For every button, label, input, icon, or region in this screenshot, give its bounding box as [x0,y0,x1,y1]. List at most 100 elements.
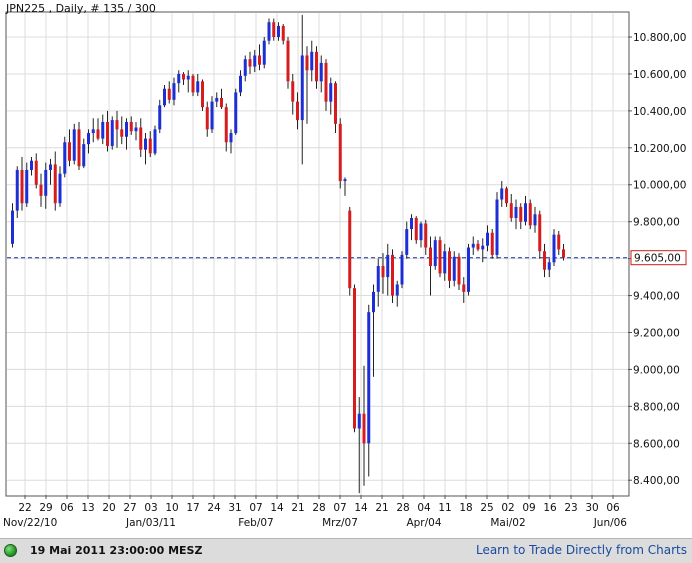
y-tick-label: 10.600,00 [633,69,686,81]
candle-up [91,129,95,134]
status-bar: 19 Mai 2011 23:00:00 MESZ Learn to Trade… [0,538,692,563]
y-tick-label: 10.000,00 [633,180,686,192]
x-tick-label: 25 [480,502,493,514]
candle-down [53,164,57,204]
candle-down [167,88,171,100]
x-month-label: Jun/06 [593,517,628,529]
x-tick-label: 03 [144,502,157,514]
x-tick-label: 06 [60,502,74,514]
candle-up [153,129,157,154]
candle-down [519,206,523,222]
candle-down [315,51,318,82]
candle-up [239,75,242,93]
x-month-label: Mai/02 [490,517,525,529]
candle-up [300,55,304,121]
y-tick-label: 9.200,00 [633,327,680,339]
candle-down [562,249,565,258]
x-tick-label: 29 [39,502,52,514]
candle-down [457,256,461,285]
candle-up [82,144,86,167]
candle-up [11,210,14,244]
candle-down [106,121,109,146]
candle-up [186,75,190,80]
candle-up [443,251,447,274]
x-tick-label: 09 [522,502,535,514]
candle-up [72,129,76,161]
candle-down [129,121,133,132]
y-tick-label: 9.000,00 [633,364,680,376]
chart-title: JPN225 , Daily, # 135 / 300 [5,2,156,15]
y-tick-label: 8.800,00 [633,401,680,413]
candle-down [34,160,38,185]
candle-up [243,59,247,76]
x-tick-label: 27 [123,502,136,514]
candle-down [182,73,185,80]
candle-down [68,142,71,161]
candle-down [201,81,204,108]
x-month-label: Apr/04 [406,517,441,529]
candle-up [44,169,48,196]
status-dot-icon [4,544,17,557]
candle-up [158,105,162,130]
current-price-tag: 9.605,00 [630,250,687,266]
candle-down [505,188,508,204]
candle-up [372,291,375,313]
x-tick-label: 14 [354,502,368,514]
x-month-label: Jan/03/11 [125,517,176,529]
x-tick-label: 28 [312,502,325,514]
y-tick-label: 10.800,00 [633,32,686,44]
candle-down [391,254,394,296]
candle-up [63,142,67,174]
candle-down [272,22,276,37]
candle-up [405,229,409,255]
candle-down [77,129,81,167]
candle-down [205,107,209,130]
x-tick-label: 18 [459,502,472,514]
candle-down [296,101,299,121]
candle-down [115,120,119,130]
x-month-label: Feb/07 [238,517,274,529]
y-tick-label: 10.400,00 [633,106,686,118]
candle-up [524,203,527,222]
candle-down [220,97,223,108]
x-tick-label: 10 [165,502,178,514]
candle-down [438,240,442,274]
x-tick-label: 24 [207,502,221,514]
candle-up [310,51,314,71]
learn-to-trade-link[interactable]: Learn to Trade Directly from Charts [476,543,687,557]
candle-up [25,169,29,204]
x-tick-label: 14 [270,502,284,514]
x-tick-label: 17 [186,502,199,514]
y-tick-label: 9.400,00 [633,291,680,303]
x-tick-label: 30 [585,502,598,514]
candle-down [286,40,290,82]
candle-down [448,251,451,281]
x-tick-label: 02 [501,502,514,514]
candle-up [419,223,423,241]
candle-down [362,413,366,444]
candle-up [87,133,90,145]
candle-up [471,243,475,248]
candle-up [172,83,176,100]
candle-down [96,129,100,139]
candle-down [429,247,432,267]
candle-up [386,254,390,278]
candle-up [30,160,33,170]
candle-up [134,127,138,132]
candle-down [353,288,356,429]
candle-down [281,25,285,41]
y-tick-label: 8.400,00 [633,475,680,487]
candle-up [357,413,361,429]
x-month-label: Mrz/07 [322,517,358,529]
candle-up [196,81,200,93]
candle-up [343,179,347,182]
candle-down [248,59,252,67]
candle-up [433,240,437,266]
candle-up [210,101,214,130]
plot-area [5,11,630,497]
candle-down [509,203,513,218]
candle-up [395,284,399,296]
candle-down [291,81,295,102]
candle-up [467,247,470,292]
candle-down [424,223,428,248]
